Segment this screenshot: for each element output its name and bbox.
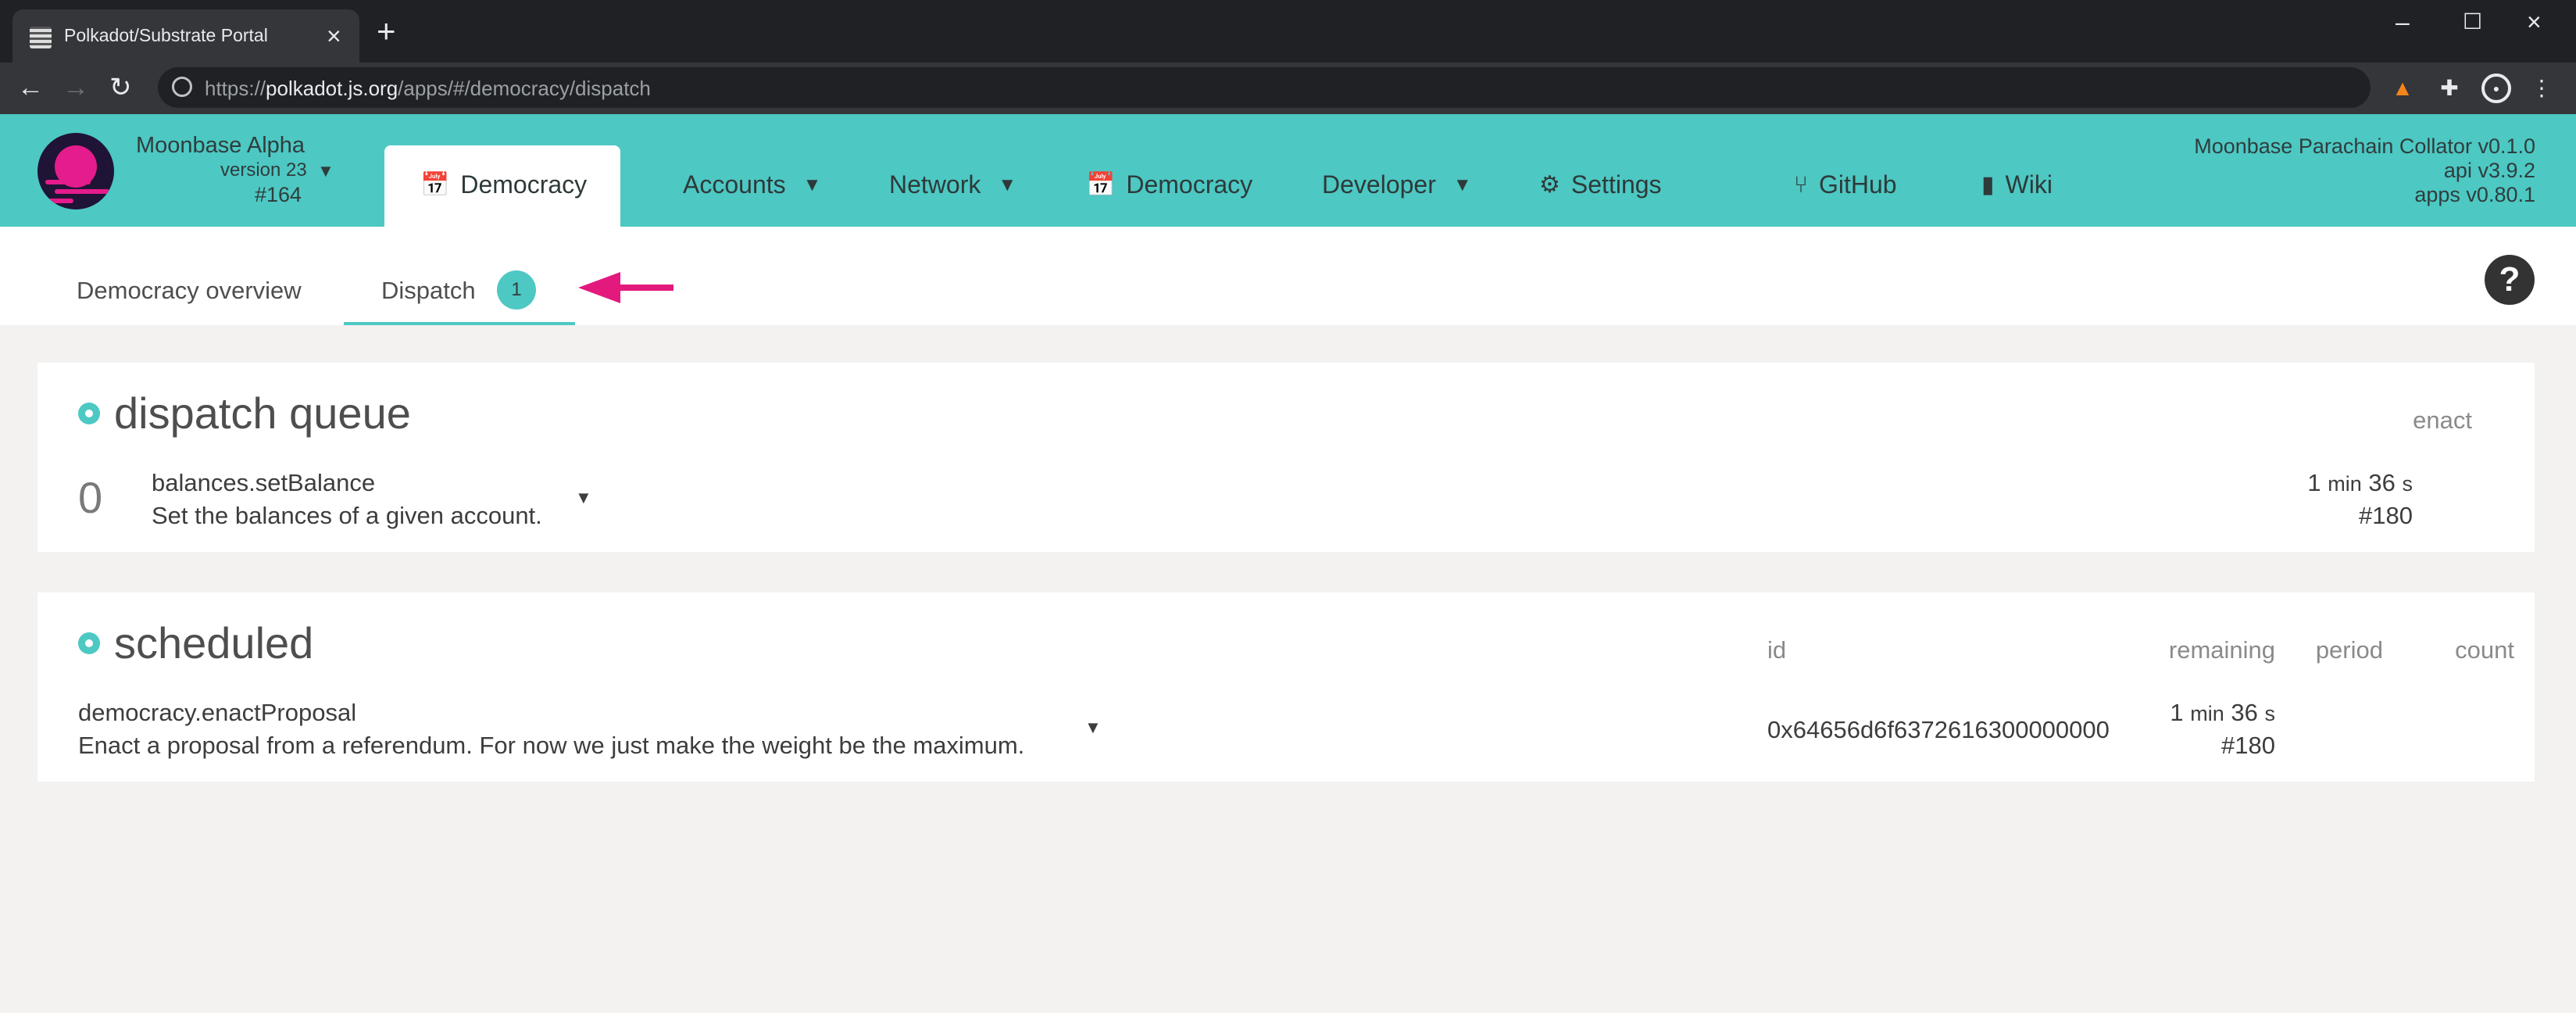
- tab-dispatch[interactable]: Dispatch: [381, 277, 476, 305]
- url-text: https://polkadot.js.org/apps/#/democracy…: [205, 77, 651, 100]
- browser-toolbar: ← → ↻ https://polkadot.js.org/apps/#/dem…: [0, 63, 2576, 114]
- menu-network[interactable]: Network ▼: [889, 170, 1016, 199]
- menu-accounts[interactable]: Accounts ▼: [683, 170, 821, 199]
- expand-caret-icon[interactable]: ▼: [575, 488, 592, 508]
- menu-github[interactable]: ⑂ GitHub: [1794, 170, 1897, 199]
- enact-block: #180: [2359, 502, 2413, 529]
- call-name: balances.setBalance: [152, 469, 376, 496]
- profile-avatar-icon[interactable]: ●: [2481, 73, 2511, 103]
- close-window-icon[interactable]: ×: [2527, 5, 2542, 39]
- remaining-block: #180: [2221, 732, 2275, 759]
- metamask-extension-icon[interactable]: ▲: [2388, 73, 2417, 103]
- col-enact: enact: [2413, 406, 2472, 434]
- call-doc: Enact a proposal from a referendum. For …: [78, 732, 1025, 759]
- col-id: id: [1767, 636, 1787, 664]
- apps-version: apps v0.80.1: [2414, 183, 2535, 206]
- help-icon[interactable]: ?: [2485, 255, 2535, 305]
- remaining-time: 1 min 36 s: [2170, 699, 2275, 726]
- browser-menu-icon[interactable]: ⋮: [2527, 73, 2556, 103]
- menu-democracy[interactable]: 📅 Democracy: [1086, 170, 1252, 199]
- calendar-check-icon: 📅: [420, 172, 450, 198]
- app-header: Moonbase Alpha version 23 ▼ #164 📅 Democ…: [0, 114, 2576, 227]
- chain-version[interactable]: version 23: [220, 159, 307, 181]
- reload-icon[interactable]: ↻: [109, 70, 132, 105]
- browser-tab-title: Polkadot/Substrate Portal: [64, 25, 268, 45]
- call-doc: Set the balances of a given account.: [152, 502, 542, 529]
- address-bar[interactable]: https://polkadot.js.org/apps/#/democracy…: [158, 67, 2371, 108]
- forward-icon[interactable]: →: [63, 70, 89, 105]
- favicon-icon: [30, 27, 52, 48]
- code-branch-icon: ⑂: [1794, 171, 1808, 198]
- menu-settings[interactable]: ⚙ Settings: [1539, 170, 1662, 199]
- chevron-down-icon: ▼: [802, 174, 822, 195]
- book-icon: ▮: [1981, 172, 1995, 198]
- tab-democracy-overview[interactable]: Democracy overview: [77, 277, 302, 305]
- browser-tab[interactable]: Polkadot/Substrate Portal ×: [13, 9, 359, 63]
- scheduled-title[interactable]: scheduled: [78, 617, 313, 668]
- section-toggle-icon: [78, 632, 100, 654]
- col-count: count: [2455, 636, 2514, 664]
- api-version: api v3.9.2: [2443, 159, 2535, 182]
- version-info: Moonbase Parachain Collator v0.1.0 api v…: [2194, 134, 2535, 207]
- close-tab-icon[interactable]: ×: [327, 20, 341, 52]
- scheduled-card: scheduled id remaining period count demo…: [38, 592, 2535, 782]
- chevron-down-icon: ▼: [998, 174, 1017, 195]
- annotation-arrow-icon: [578, 272, 673, 303]
- menu-developer[interactable]: Developer ▼: [1322, 170, 1472, 199]
- row-index: 0: [78, 473, 103, 522]
- scheduled-id: 0x64656d6f6372616300000000: [1767, 716, 2110, 743]
- new-tab-icon[interactable]: +: [377, 15, 396, 48]
- expand-caret-icon[interactable]: ▼: [1084, 718, 1102, 738]
- back-icon[interactable]: ←: [17, 70, 44, 105]
- moonbase-logo[interactable]: [38, 133, 114, 209]
- enact-time: 1 min 36 s: [2307, 469, 2413, 496]
- chevron-down-icon: ▼: [1452, 174, 1472, 195]
- menu-active-democracy[interactable]: 📅 Democracy: [420, 170, 587, 199]
- extensions-puzzle-icon[interactable]: ✚: [2435, 73, 2464, 103]
- call-name: democracy.enactProposal: [78, 699, 357, 726]
- gears-icon: ⚙: [1539, 172, 1560, 198]
- col-remaining: remaining: [2168, 636, 2275, 664]
- site-info-icon[interactable]: [172, 77, 192, 97]
- dispatch-queue-title[interactable]: dispatch queue: [78, 388, 411, 438]
- calendar-check-icon: 📅: [1086, 172, 1116, 198]
- active-tab-underline: [344, 322, 575, 325]
- chain-name[interactable]: Moonbase Alpha: [136, 133, 305, 159]
- chevron-down-icon[interactable]: ▼: [317, 161, 334, 181]
- dispatch-count-badge: 1: [497, 270, 536, 310]
- sub-tab-bar: Democracy overview Dispatch 1 ?: [0, 227, 2576, 325]
- node-version: Moonbase Parachain Collator v0.1.0: [2194, 134, 2535, 158]
- block-number: #164: [255, 183, 302, 206]
- browser-chrome: Polkadot/Substrate Portal × + – ☐ × ← → …: [0, 0, 2576, 114]
- minimize-icon[interactable]: –: [2396, 5, 2410, 39]
- dispatch-queue-card: dispatch queue enact 0 balances.setBalan…: [38, 363, 2535, 552]
- section-toggle-icon: [78, 402, 100, 424]
- menu-wiki[interactable]: ▮ Wiki: [1981, 170, 2053, 199]
- col-period: period: [2315, 636, 2383, 664]
- maximize-icon[interactable]: ☐: [2463, 5, 2482, 39]
